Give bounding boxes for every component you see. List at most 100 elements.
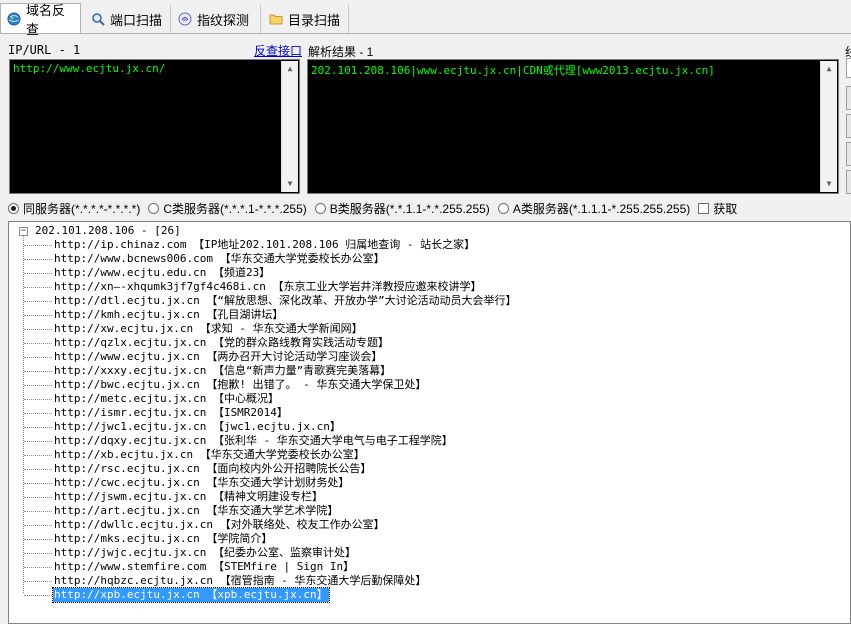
ip-url-scrollbar[interactable]: ▲ ▼	[281, 61, 298, 192]
tree-item[interactable]: http://xb.ecjtu.jx.cn 【华东交通大学党委校长办公室】	[53, 448, 366, 462]
result-tree[interactable]: − 202.101.208.106 - [26] http://ip.china…	[8, 221, 851, 624]
tree-branch-line	[24, 441, 52, 442]
result-output[interactable]: 202.101.208.106|www.ecjtu.jx.cn|CDN或代理[w…	[307, 59, 839, 194]
side-button-2[interactable]	[846, 114, 851, 138]
tree-branch-line	[24, 357, 52, 358]
tree-branch-line	[24, 525, 52, 526]
tree-branch-line	[24, 399, 52, 400]
folder-icon	[269, 12, 283, 26]
tree-branch-line	[24, 427, 52, 428]
tree-item[interactable]: http://mks.ecjtu.jx.cn 【学院简介】	[53, 532, 273, 546]
tree-branch-line	[24, 371, 52, 372]
scroll-up-icon[interactable]: ▲	[821, 61, 837, 77]
tree-item[interactable]: http://cwc.ecjtu.jx.cn 【华东交通大学计划财务处】	[53, 476, 350, 490]
side-button-3[interactable]	[846, 142, 851, 166]
fetch-checkbox[interactable]: 获取	[698, 200, 737, 217]
tab-directory-scan[interactable]: 目录扫描	[263, 5, 349, 33]
tab-label: 端口扫描	[110, 12, 163, 28]
tree-item[interactable]: http://jwjc.ecjtu.jx.cn 【纪委办公室、监察审计处】	[53, 546, 357, 560]
tree-branch-line	[24, 567, 52, 568]
radio-dot[interactable]	[148, 202, 160, 214]
lookup-api-link[interactable]: 反查接口	[254, 42, 302, 59]
checkbox-label: 获取	[713, 201, 738, 216]
tab-fingerprint[interactable]: 指纹探测	[172, 5, 261, 33]
tree-branch-line	[24, 483, 52, 484]
scroll-down-icon[interactable]: ▼	[821, 176, 837, 192]
tree-branch-line	[24, 273, 52, 274]
result-label: 解析结果 - 1	[308, 45, 374, 59]
side-button-1[interactable]	[846, 86, 851, 110]
radio-same-server[interactable]: 同服务器(*.*.*.*-*.*.*.*)	[8, 200, 140, 217]
tree-item[interactable]: http://ip.chinaz.com 【IP地址202.101.208.10…	[53, 238, 476, 252]
tree-item[interactable]: http://dtl.ecjtu.jx.cn 【“解放思想、深化改革、开放办学”…	[53, 294, 518, 308]
radio-label: B类服务器(*.*.1.1-*.*.255.255)	[329, 201, 490, 216]
tab-bar: 域名反查 端口扫描 指纹探测 目录扫描	[0, 0, 851, 37]
tab-port-scan[interactable]: 端口扫描	[85, 5, 171, 33]
tree-item[interactable]: http://rsc.ecjtu.jx.cn 【面向校内外公开招聘院长公告】	[53, 462, 372, 476]
tab-divider	[0, 33, 851, 34]
tree-branch-line	[24, 315, 52, 316]
side-field[interactable]	[846, 58, 851, 78]
tree-branch-line	[24, 245, 52, 246]
tree-item[interactable]: http://jwc1.ecjtu.jx.cn 【jwc1.ecjtu.jx.c…	[53, 420, 342, 434]
radio-class-c[interactable]: C类服务器(*.*.*.1-*.*.*.255)	[148, 200, 307, 217]
tree-branch-line	[24, 539, 52, 540]
tree-item[interactable]: http://ismr.ecjtu.jx.cn 【ISMR2014】	[53, 406, 289, 420]
tree-branch-line	[24, 595, 52, 596]
tree-branch-line	[24, 511, 52, 512]
globe-icon	[7, 12, 21, 26]
tree-branch-line	[24, 385, 52, 386]
scroll-down-icon[interactable]: ▼	[282, 176, 298, 192]
fingerprint-icon	[178, 12, 192, 26]
tree-branch-line	[24, 455, 52, 456]
tree-branch-line	[24, 343, 52, 344]
result-scrollbar[interactable]: ▲ ▼	[820, 61, 837, 192]
tree-item[interactable]: http://dwllc.ecjtu.jx.cn 【对外联络处、校友工作办公室】	[53, 518, 386, 532]
magnifier-icon	[91, 12, 105, 26]
tree-item[interactable]: http://www.ecjtu.jx.cn 【两办召开大讨论活动学习座谈会】	[53, 350, 383, 364]
tree-item[interactable]: http://xn—-xhqumk3jf7gf4c468i.cn 【东京工业大学…	[53, 280, 483, 294]
collapse-icon[interactable]: −	[19, 227, 28, 236]
tree-root[interactable]: 202.101.208.106 - [26]	[35, 224, 181, 237]
radio-class-b[interactable]: B类服务器(*.*.1.1-*.*.255.255)	[314, 200, 490, 217]
radio-dot[interactable]	[497, 202, 509, 214]
tree-branch-line	[24, 469, 52, 470]
tree-item[interactable]: http://xw.ecjtu.jx.cn 【求知 - 华东交通大学新闻网】	[53, 322, 364, 336]
tree-item[interactable]: http://bwc.ecjtu.jx.cn 【抱歉! 出错了。 - 华东交通大…	[53, 378, 427, 392]
tree-branch-line	[24, 553, 52, 554]
tree-branch-line	[24, 581, 52, 582]
tree-item[interactable]: http://www.bcnews006.com 【华东交通大学党委校长办公室】	[53, 252, 386, 266]
tab-domain-lookup[interactable]: 域名反查	[0, 3, 81, 37]
tree-item[interactable]: http://metc.ecjtu.jx.cn 【中心概况】	[53, 392, 280, 406]
server-scope-options: 同服务器(*.*.*.*-*.*.*.*) C类服务器(*.*.*.1-*.*.…	[8, 200, 745, 216]
tree-branch-line	[24, 413, 52, 414]
tree-branch-line	[24, 329, 52, 330]
radio-label: C类服务器(*.*.*.1-*.*.*.255)	[163, 201, 307, 216]
radio-label: 同服务器(*.*.*.*-*.*.*.*)	[23, 201, 141, 216]
radio-class-a[interactable]: A类服务器(*.1.1.1-*.255.255.255)	[497, 200, 690, 217]
tree-item[interactable]: http://hqbzc.ecjtu.jx.cn 【宿管指南 - 华东交通大学后…	[53, 574, 427, 588]
side-button-4[interactable]	[846, 170, 851, 194]
tree-item[interactable]: http://dqxy.ecjtu.jx.cn 【张利华 - 华东交通大学电气与…	[53, 434, 454, 448]
tree-item[interactable]: http://qzlx.ecjtu.jx.cn 【党的群众路线教育实践活动专题】	[53, 336, 390, 350]
ip-url-text: http://www.ecjtu.jx.cn/	[13, 62, 166, 75]
tree-item[interactable]: http://www.ecjtu.edu.cn 【频道23】	[53, 266, 271, 280]
scroll-up-icon[interactable]: ▲	[282, 61, 298, 77]
ip-url-label: IP/URL - 1	[8, 43, 81, 57]
radio-dot[interactable]	[314, 202, 326, 214]
tab-label: 目录扫描	[288, 12, 341, 28]
tree-item[interactable]: http://www.stemfire.com 【STEMfire | Sign…	[53, 560, 355, 574]
ip-url-input[interactable]: http://www.ecjtu.jx.cn/ ▲ ▼	[9, 59, 300, 194]
radio-dot[interactable]	[8, 202, 19, 214]
checkbox-box[interactable]	[698, 202, 710, 214]
tree-item[interactable]: http://art.ecjtu.jx.cn 【华东交通大学艺术学院】	[53, 504, 339, 518]
tree-branch-line	[24, 287, 52, 288]
tree-branch-line	[24, 259, 52, 260]
tree-item[interactable]: http://jswm.ecjtu.jx.cn 【精神文明建设专栏】	[53, 490, 324, 504]
tree-item[interactable]: http://xxxy.ecjtu.jx.cn 【信息“新声力量”青歌赛完美落幕…	[53, 364, 392, 378]
result-text: 202.101.208.106|www.ecjtu.jx.cn|CDN或代理[w…	[311, 64, 715, 77]
tree-branch-line	[24, 497, 52, 498]
tree-item[interactable]: http://xpb.ecjtu.jx.cn 【xpb.ecjtu.jx.cn】	[52, 587, 330, 603]
tab-label: 指纹探测	[197, 12, 250, 28]
tree-item[interactable]: http://kmh.ecjtu.jx.cn 【孔目湖讲坛】	[53, 308, 284, 322]
